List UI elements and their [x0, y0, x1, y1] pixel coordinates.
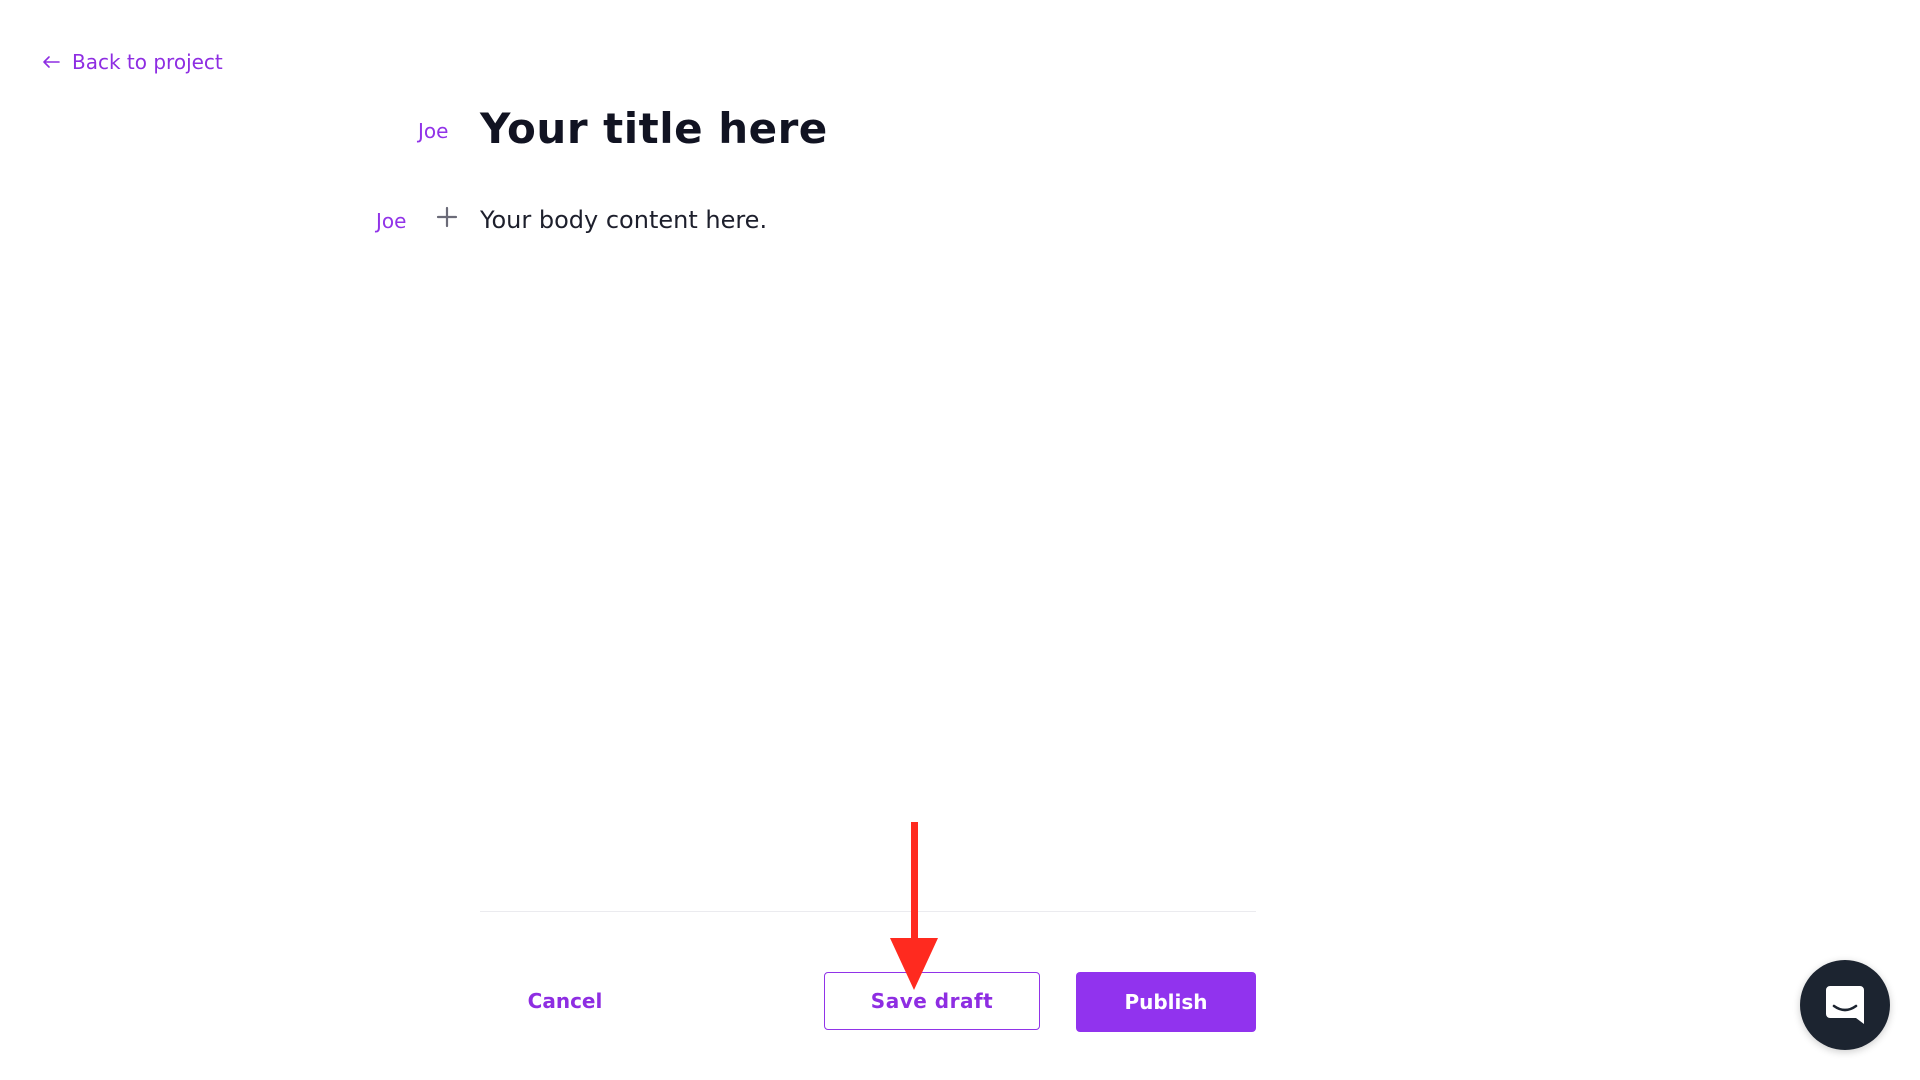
annotation-arrow	[888, 822, 940, 990]
body-author-label: Joe	[376, 209, 407, 233]
footer-divider	[480, 911, 1256, 912]
back-to-project-link[interactable]: Back to project	[42, 50, 223, 74]
save-draft-button[interactable]: Save draft	[824, 972, 1040, 1030]
chat-launcher-button[interactable]	[1800, 960, 1890, 1050]
document-title[interactable]: Your title here	[480, 104, 828, 153]
editor-page: Back to project Joe Your title here Joe …	[0, 0, 1920, 1080]
document-body[interactable]: Your body content here.	[480, 206, 767, 234]
publish-button[interactable]: Publish	[1076, 972, 1256, 1032]
plus-icon	[436, 206, 458, 228]
arrow-left-icon	[42, 55, 60, 69]
chat-icon	[1822, 982, 1868, 1028]
cancel-button[interactable]: Cancel	[490, 972, 640, 1030]
title-author-label: Joe	[418, 119, 449, 143]
back-to-project-label: Back to project	[72, 50, 223, 74]
add-block-button[interactable]	[436, 206, 458, 228]
